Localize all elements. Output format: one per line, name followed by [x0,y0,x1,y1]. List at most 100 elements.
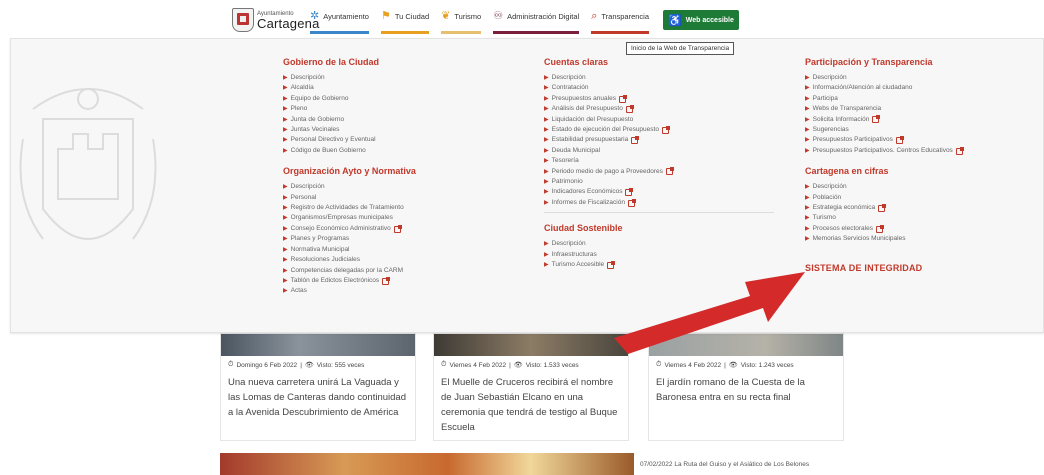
menu-link[interactable]: ▶ Información/Atención al ciudadano [805,83,963,93]
menu-link[interactable]: ▶ Periodo medio de pago a Proveedores [544,167,774,177]
menu-section-title[interactable]: Participación y Transparencia [805,57,963,67]
news-thumbnail[interactable] [221,334,415,356]
menu-link[interactable]: ▶ Normativa Municipal [283,245,416,255]
featured-news-text[interactable]: 07/02/2022 La Ruta del Guiso y el Asiáti… [640,461,809,468]
menu-link[interactable]: ▶ Juntas Vecinales [283,125,416,135]
nav-administracion-digital[interactable]: ♾ Administración Digital [493,10,580,34]
external-link-icon [627,198,636,207]
menu-link[interactable]: ▶ Deuda Municipal [544,146,774,156]
menu-link[interactable]: ▶ Resoluciones Judiciales [283,255,416,265]
menu-link[interactable]: ▶ Estado de ejecución del Presupuesto [544,125,774,135]
menu-link[interactable]: ▶ Descripción [544,239,774,249]
menu-link[interactable]: ▶ Presupuestos Participativos [805,135,963,145]
menu-link[interactable]: ▶ Organismos/Empresas municipales [283,213,416,223]
menu-link[interactable]: ▶ Personal [283,193,416,203]
external-link-icon [625,188,634,197]
news-headline[interactable]: El jardín romano de la Cuesta de la Baro… [649,369,843,405]
menu-link[interactable]: ▶ Código de Buen Gobierno [283,146,416,156]
menu-list: ▶ Descripción ▶ Contratación ▶ Presupuestos… [544,73,774,208]
menu-link[interactable]: ▶ Descripción [283,73,416,83]
nav-ayuntamiento[interactable]: ✲ Ayuntamiento [310,11,369,34]
menu-link[interactable]: ▶ Presupuestos anuales [544,94,774,104]
menu-link[interactable]: ▶ Equipo de Gobierno [283,94,416,104]
menu-link[interactable]: ▶ Liquidación del Presupuesto [544,115,774,125]
menu-link[interactable]: ▶ Presupuestos Participativos. Centros Ed… [805,146,964,156]
flag-icon: ⚑ [380,10,391,22]
site-logo[interactable]: Ayuntamiento Cartagena [232,8,320,32]
external-link-icon [625,104,634,113]
menu-link[interactable]: ▶ Solicita Información [805,115,963,125]
clock-icon: ⏱ [228,361,234,368]
menu-link[interactable]: ▶ Estabilidad presupuestaria [544,135,774,145]
menu-link[interactable]: ▶ Participa [805,94,963,104]
caret-right-icon: ▶ [544,189,549,196]
menu-link[interactable]: ▶ Estrategia económica [805,203,963,213]
people-icon: ♾ [493,10,504,22]
caret-right-icon: ▶ [283,137,288,144]
menu-section-title[interactable]: Cuentas claras [544,57,774,67]
news-headline[interactable]: Una nueva carretera unirá La Vaguada y l… [221,369,415,420]
menu-link[interactable]: ▶ Webs de Transparencia [805,104,963,114]
caret-right-icon: ▶ [544,241,549,248]
caret-right-icon: ▶ [283,127,288,134]
menu-link[interactable]: ▶ Contratación [544,83,774,93]
news-headline[interactable]: El Muelle de Cruceros recibirá el nombre… [434,369,628,435]
web-accesible-button[interactable]: ♿ Web accesible [663,10,739,30]
menu-link[interactable]: ▶ Sugerencias [805,125,963,135]
caret-right-icon: ▶ [544,85,549,92]
menu-link[interactable]: ▶ Indicadores Económicos [544,187,774,197]
caret-right-icon: ▶ [283,75,288,81]
menu-link[interactable]: ▶ Memorias Servicios Municipales [805,234,963,244]
caret-right-icon: ▶ [283,225,288,232]
caret-right-icon: ▶ [544,137,549,144]
eye-icon: 👁 [728,362,738,369]
menu-link[interactable]: ▶ Descripción [805,182,963,192]
menu-link[interactable]: ▶ Informes de Fiscalización [544,198,774,208]
caret-right-icon: ▶ [805,236,810,243]
caret-right-icon: ▶ [805,225,810,232]
menu-link[interactable]: ▶ Análisis del Presupuesto [544,104,774,114]
caret-right-icon: ▶ [283,116,288,123]
menu-link[interactable]: ▶ Descripción [805,73,963,83]
caret-right-icon: ▶ [283,277,288,284]
menu-link[interactable]: ▶ Tablón de Edictos Electrónicos [283,276,416,286]
menu-link[interactable]: ▶ Tesorería [544,156,774,166]
menu-link[interactable]: ▶ Registro de Actividades de Tratamiento [283,203,416,213]
nav-turismo[interactable]: ❦ Turismo [441,11,482,34]
eye-icon: 👁 [513,362,523,369]
caret-right-icon: ▶ [544,251,549,258]
menu-link[interactable]: ▶ Descripción [283,182,416,192]
caret-right-icon: ▶ [283,267,288,274]
nav-transparencia[interactable]: ⌕ Transparencia [591,11,650,34]
menu-link[interactable]: ▶ Pleno [283,104,416,114]
menu-link[interactable]: ▶ Planes y Programas [283,234,416,244]
menu-link[interactable]: ▶ Consejo Económico Administrativo [283,224,416,234]
menu-link[interactable]: ▶ Procesos electorales [805,224,963,234]
menu-link[interactable]: ▶ Personal Directivo y Eventual [283,135,416,145]
news-thumbnail[interactable] [434,334,628,356]
featured-news-strip[interactable]: 07/02/2022 La Ruta del Guiso y el Asiáti… [220,453,846,475]
menu-link[interactable]: ▶ Descripción [544,73,774,83]
news-meta: ⏱ Domingo 6 Feb 2022 | 👁 Visto: 555 vece… [228,361,365,369]
top-header: Ayuntamiento Cartagena ✲ Ayuntamiento ⚑ … [0,0,1044,38]
menu-section-title[interactable]: Cartagena en cifras [805,166,963,176]
news-card[interactable]: ⏱ Domingo 6 Feb 2022 | 👁 Visto: 555 vece… [220,333,416,441]
menu-section-title[interactable]: Gobierno de la Ciudad [283,57,416,67]
menu-link[interactable]: ▶ Población [805,193,963,203]
menu-col-participacion: Participación y Transparencia ▶ Descripci… [805,57,964,273]
nav-tu-ciudad[interactable]: ⚑ Tu Ciudad [380,10,430,34]
menu-section-title[interactable]: Organización Ayto y Normativa [283,166,416,176]
caret-right-icon: ▶ [544,116,549,123]
caret-right-icon: ▶ [544,95,549,102]
menu-link[interactable]: ▶ Junta de Gobierno [283,115,416,125]
menu-section-title[interactable]: Ciudad Sostenible [544,223,774,233]
caret-right-icon: ▶ [805,194,810,201]
menu-link[interactable]: ▶ Turismo [805,213,963,223]
featured-image[interactable] [220,453,634,475]
caret-right-icon: ▶ [544,262,549,269]
menu-link[interactable]: ▶ Competencias delegadas por la CARM [283,266,416,276]
menu-link[interactable]: ▶ Alcaldía [283,83,416,93]
menu-link[interactable]: ▶ Patrimonio [544,177,774,187]
menu-link[interactable]: ▶ Actas [283,286,416,296]
menu-list: ▶ Descripción ▶ Personal ▶ Registro de Acti… [283,182,416,296]
